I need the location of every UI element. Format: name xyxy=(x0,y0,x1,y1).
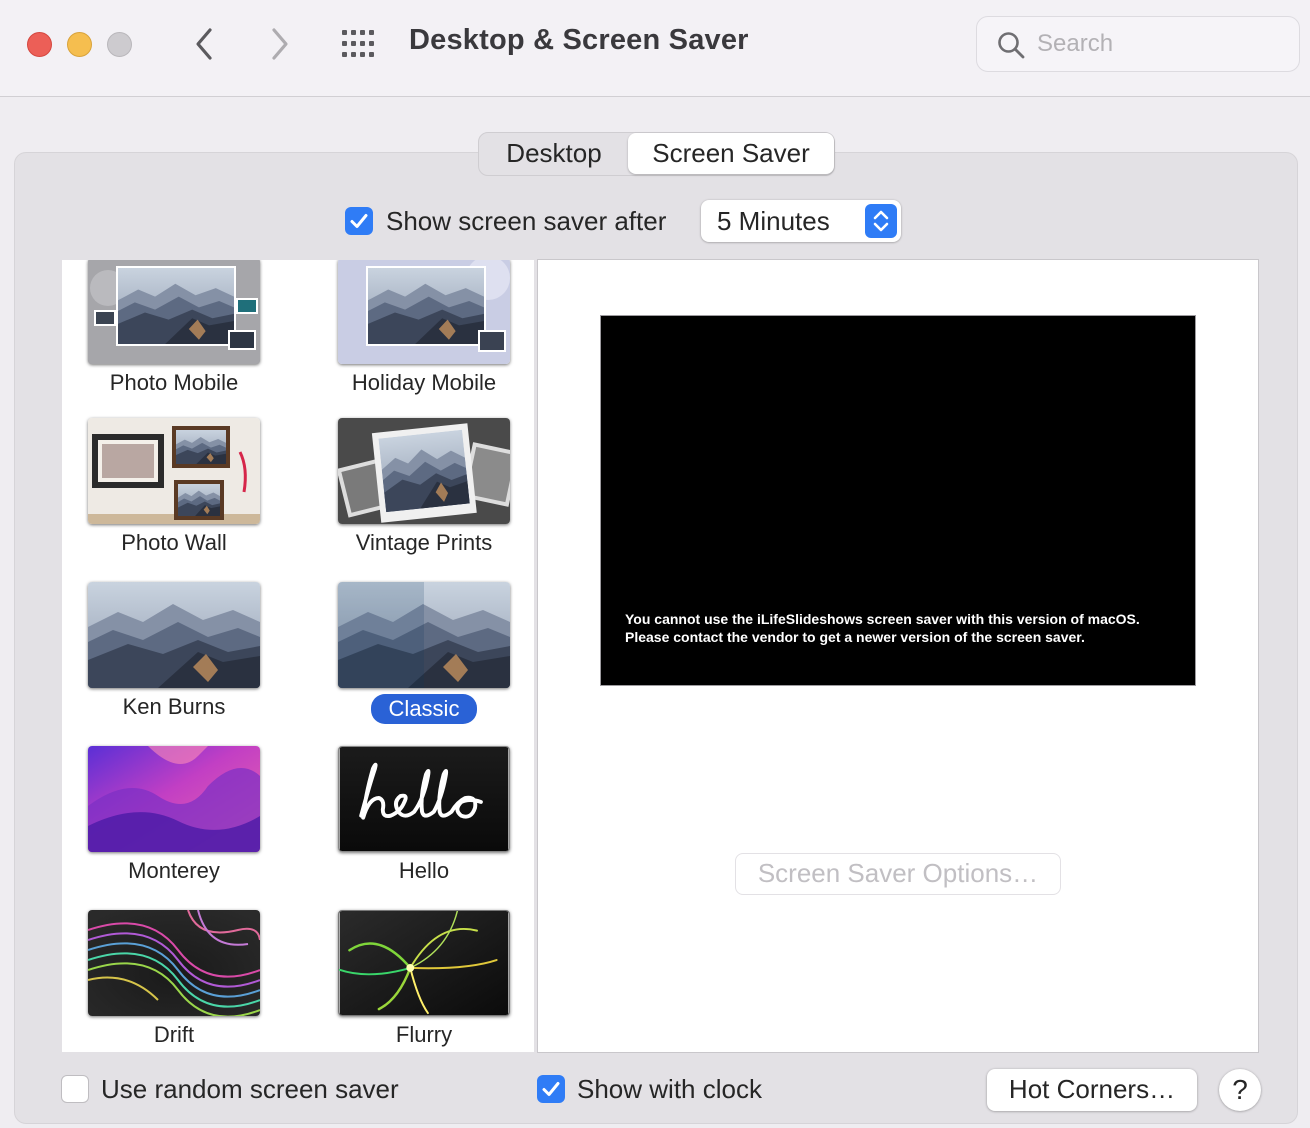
minimize-window-button[interactable] xyxy=(67,32,92,57)
chevron-right-icon xyxy=(272,28,288,60)
show-clock-label: Show with clock xyxy=(577,1074,762,1104)
close-window-button[interactable] xyxy=(27,32,52,57)
saver-item-holiday-mobile[interactable]: Holiday Mobile xyxy=(312,260,534,395)
preview-screen: You cannot use the iLifeSlideshows scree… xyxy=(600,315,1196,686)
title-bar: Desktop & Screen Saver xyxy=(0,0,1310,97)
saver-item-photo-wall[interactable]: Photo Wall xyxy=(62,382,298,555)
checkmark-icon xyxy=(542,1082,560,1096)
show-after-checkbox[interactable] xyxy=(345,207,373,235)
preview-pane: You cannot use the iLifeSlideshows scree… xyxy=(537,259,1259,1053)
photo-mobile-thumbnail xyxy=(88,260,260,364)
ken-burns-thumbnail xyxy=(88,582,260,688)
show-all-button[interactable] xyxy=(340,29,380,59)
saver-item-flurry[interactable]: Flurry xyxy=(312,874,534,1047)
up-down-chevron-icon xyxy=(873,210,889,232)
forward-button[interactable] xyxy=(262,24,296,64)
back-button[interactable] xyxy=(188,24,222,64)
vintage-prints-thumbnail xyxy=(338,418,510,524)
hello-thumbnail xyxy=(338,746,510,852)
saver-label: Flurry xyxy=(395,1022,453,1047)
tab-screen-saver[interactable]: Screen Saver xyxy=(628,133,834,174)
tab-desktop[interactable]: Desktop xyxy=(479,133,629,174)
chevron-left-icon xyxy=(196,28,212,60)
classic-thumbnail xyxy=(338,582,510,688)
saver-item-monterey[interactable]: Monterey xyxy=(62,710,298,883)
preview-message-line-1: You cannot use the iLifeSlideshows scree… xyxy=(625,611,1140,627)
show-after-value: 5 Minutes xyxy=(717,206,830,236)
random-saver-checkbox[interactable] xyxy=(61,1075,89,1103)
hot-corners-button[interactable]: Hot Corners… xyxy=(987,1069,1197,1111)
saver-item-drift[interactable]: Drift xyxy=(62,874,298,1047)
checkmark-icon xyxy=(350,214,368,228)
show-after-popup[interactable]: 5 Minutes xyxy=(701,200,901,242)
show-after-label: Show screen saver after xyxy=(386,206,667,236)
saver-item-vintage-prints[interactable]: Vintage Prints xyxy=(312,382,534,555)
help-button[interactable]: ? xyxy=(1219,1069,1261,1111)
popup-arrows xyxy=(865,204,897,238)
preview-message-line-2: Please contact the vendor to get a newer… xyxy=(625,629,1085,645)
photo-wall-thumbnail xyxy=(88,418,260,524)
search-input[interactable] xyxy=(1037,27,1287,61)
preview-message: You cannot use the iLifeSlideshows scree… xyxy=(625,610,1185,646)
zoom-window-button xyxy=(107,32,132,57)
saver-item-photo-mobile[interactable]: Photo Mobile xyxy=(62,260,298,395)
screen-saver-options-button: Screen Saver Options… xyxy=(735,853,1061,895)
search-icon xyxy=(998,32,1025,59)
flurry-thumbnail xyxy=(338,910,510,1016)
search-field[interactable] xyxy=(976,16,1300,72)
saver-label: Drift xyxy=(153,1022,195,1047)
monterey-thumbnail xyxy=(88,746,260,852)
tab-control: Desktop Screen Saver xyxy=(478,132,835,176)
random-saver-label: Use random screen saver xyxy=(101,1074,399,1104)
grid-icon xyxy=(342,30,374,57)
saver-item-hello[interactable]: Hello xyxy=(312,710,534,883)
screen-saver-list[interactable]: Photo Mobile Holiday Mobile Photo Wall V… xyxy=(62,260,534,1052)
holiday-mobile-thumbnail xyxy=(338,260,510,364)
show-clock-checkbox[interactable] xyxy=(537,1075,565,1103)
saver-item-classic[interactable]: Classic xyxy=(312,546,534,724)
saver-item-ken-burns[interactable]: Ken Burns xyxy=(62,546,298,719)
window-title: Desktop & Screen Saver xyxy=(409,24,749,56)
drift-thumbnail xyxy=(88,910,260,1016)
